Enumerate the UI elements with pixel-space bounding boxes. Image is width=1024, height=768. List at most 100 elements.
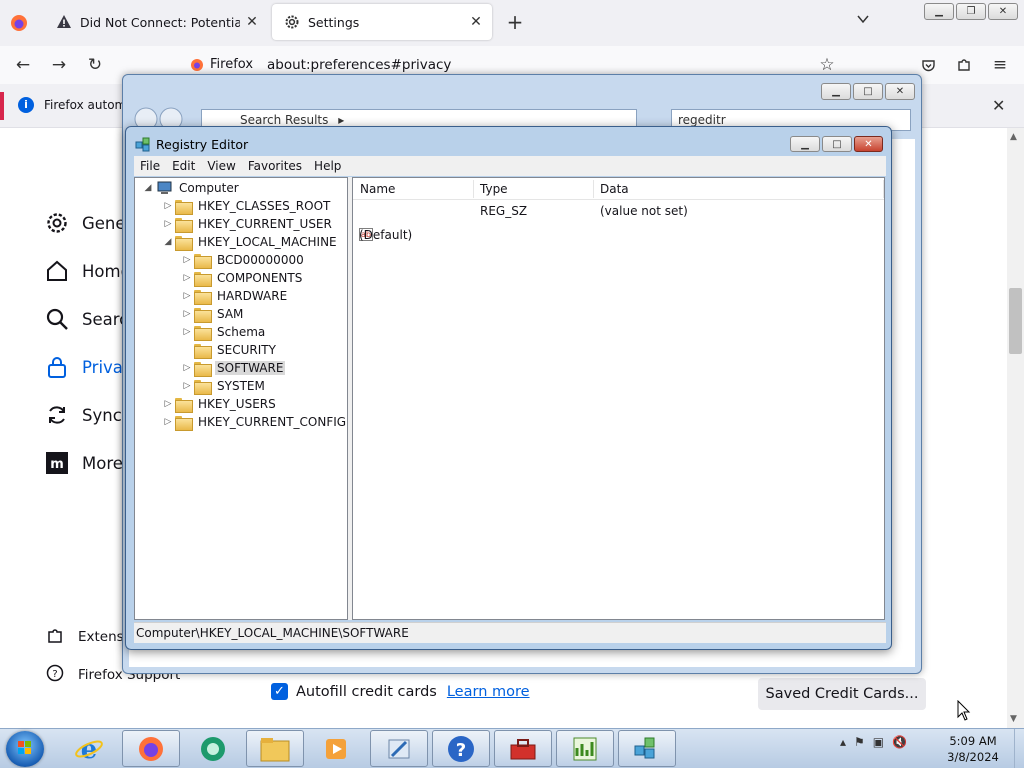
show-desktop-button[interactable]: [1014, 729, 1024, 768]
tree-node-system[interactable]: ▷ SYSTEM: [180, 377, 267, 395]
expand-arrow-icon[interactable]: ▷: [161, 399, 175, 409]
taskbar-file-explorer[interactable]: [246, 730, 304, 767]
column-data-header[interactable]: Data: [600, 182, 629, 196]
tree-node-label: SAM: [217, 307, 244, 321]
url-text[interactable]: about:preferences#privacy: [267, 57, 451, 73]
taskbar-media-center[interactable]: [184, 730, 242, 767]
tree-node-software[interactable]: ▷ SOFTWARE: [180, 359, 286, 377]
close-button[interactable]: ✕: [885, 83, 915, 100]
close-button[interactable]: ✕: [854, 136, 883, 152]
firefox-menu-icon[interactable]: [8, 12, 30, 34]
folder-icon: [194, 289, 212, 305]
folder-icon: [175, 415, 193, 431]
expand-arrow-icon[interactable]: ▷: [161, 201, 175, 211]
network-icon[interactable]: ▣: [873, 735, 884, 749]
firefox-icon: [191, 58, 203, 71]
tree-node-sam[interactable]: ▷ SAM: [180, 305, 245, 323]
taskbar-firefox[interactable]: [122, 730, 180, 767]
collapse-arrow-icon[interactable]: ◢: [141, 183, 155, 193]
column-type-header[interactable]: Type: [480, 182, 508, 196]
expand-arrow-icon[interactable]: ▷: [180, 363, 194, 373]
start-button[interactable]: [6, 731, 44, 767]
pocket-icon[interactable]: [915, 53, 941, 77]
tree-node-label: SYSTEM: [217, 379, 265, 393]
tree-node-security[interactable]: SECURITY: [180, 341, 278, 359]
menu-help[interactable]: Help: [308, 159, 347, 173]
sidebar-item-general[interactable]: Gener: [44, 210, 132, 236]
scroll-down-arrow[interactable]: ▼: [1010, 714, 1017, 724]
app-menu-icon[interactable]: ≡: [987, 53, 1013, 77]
chevron-down-icon[interactable]: [852, 12, 874, 34]
toolbox-icon: [510, 738, 536, 759]
close-tab-icon[interactable]: ✕: [464, 10, 488, 34]
taskbar-chart-editor[interactable]: [556, 730, 614, 767]
expand-arrow-icon[interactable]: ▷: [180, 273, 194, 283]
scrollbar-thumb[interactable]: [1009, 288, 1022, 354]
close-button[interactable]: ✕: [988, 3, 1018, 20]
taskbar-help[interactable]: ?: [432, 730, 490, 767]
collapse-arrow-icon[interactable]: ◢: [161, 237, 175, 247]
maximize-button[interactable]: □: [822, 136, 852, 152]
tree-node-bcd[interactable]: ▷ BCD00000000: [180, 251, 306, 269]
back-button[interactable]: ←: [10, 53, 36, 77]
sidebar-item-sync[interactable]: Sync: [44, 402, 122, 428]
menu-favorites[interactable]: Favorites: [242, 159, 308, 173]
tab-did-not-connect[interactable]: Did Not Connect: Potential Sec ✕: [44, 4, 268, 40]
expand-arrow-icon[interactable]: ▷: [161, 219, 175, 229]
tree-node-components[interactable]: ▷ COMPONENTS: [180, 269, 304, 287]
taskbar-media-player[interactable]: [308, 730, 366, 767]
menu-file[interactable]: File: [134, 159, 166, 173]
learn-more-link[interactable]: Learn more: [447, 684, 530, 700]
volume-muted-icon[interactable]: 🔇: [892, 735, 907, 749]
autofill-checkbox[interactable]: ✓: [271, 683, 288, 700]
taskbar-paint-tool[interactable]: [370, 730, 428, 767]
page-scrollbar[interactable]: ▲ ▼: [1007, 128, 1024, 728]
saved-credit-cards-button[interactable]: Saved Credit Cards...: [758, 678, 926, 710]
show-hidden-icons-icon[interactable]: ▴: [840, 735, 846, 749]
tree-node-computer[interactable]: ◢ Computer: [141, 179, 241, 197]
system-tray: ▴ ⚑ ▣ 🔇: [840, 735, 907, 749]
expand-arrow-icon[interactable]: ▷: [180, 309, 194, 319]
tree-node-hku[interactable]: ▷ HKEY_USERS: [161, 395, 278, 413]
taskbar-toolbox[interactable]: [494, 730, 552, 767]
folder-icon: [175, 217, 193, 233]
svg-text:m: m: [50, 457, 64, 472]
tree-node-hkcu[interactable]: ▷ HKEY_CURRENT_USER: [161, 215, 334, 233]
taskbar-internet-explorer[interactable]: e: [60, 730, 118, 767]
sidebar-item-privacy[interactable]: Privac: [44, 354, 132, 380]
menu-edit[interactable]: Edit: [166, 159, 201, 173]
expand-arrow-icon[interactable]: ▷: [180, 255, 194, 265]
expand-arrow-icon[interactable]: ▷: [180, 291, 194, 301]
identity-box[interactable]: Firefox: [190, 57, 253, 72]
new-tab-button[interactable]: +: [502, 10, 528, 36]
tab-settings[interactable]: Settings ✕: [272, 4, 492, 40]
column-name-header[interactable]: Name: [360, 182, 395, 196]
expand-arrow-icon[interactable]: ▷: [180, 327, 194, 337]
breadcrumb-arrow-icon[interactable]: ▸: [338, 113, 344, 127]
expand-arrow-icon[interactable]: ▷: [180, 381, 194, 391]
minimize-button[interactable]: ▁: [924, 3, 954, 20]
minimize-button[interactable]: ▁: [790, 136, 820, 152]
sidebar-item-more[interactable]: m More: [44, 450, 123, 476]
forward-button[interactable]: →: [46, 53, 72, 77]
tree-node-schema[interactable]: ▷ Schema: [180, 323, 267, 341]
close-tab-icon[interactable]: ✕: [240, 10, 264, 34]
expand-arrow-icon[interactable]: ▷: [161, 417, 175, 427]
folder-icon: [194, 361, 212, 377]
close-icon[interactable]: ✕: [992, 96, 1005, 115]
tree-node-hkcr[interactable]: ▷ HKEY_CLASSES_ROOT: [161, 197, 332, 215]
menu-view[interactable]: View: [201, 159, 241, 173]
restore-button[interactable]: ❐: [956, 3, 986, 20]
scroll-up-arrow[interactable]: ▲: [1010, 132, 1017, 142]
maximize-button[interactable]: □: [853, 83, 883, 100]
extensions-icon[interactable]: [951, 53, 977, 77]
tree-node-hkcc[interactable]: ▷ HKEY_CURRENT_CONFIG: [161, 413, 348, 431]
taskbar-clock[interactable]: 5:09 AM 3/8/2024: [936, 733, 1010, 765]
sidebar-item-home[interactable]: Home: [44, 258, 131, 284]
reload-button[interactable]: ↻: [82, 53, 108, 77]
action-center-flag-icon[interactable]: ⚑: [854, 735, 865, 749]
tree-node-hardware[interactable]: ▷ HARDWARE: [180, 287, 289, 305]
tree-node-hklm[interactable]: ◢ HKEY_LOCAL_MACHINE: [161, 233, 339, 251]
taskbar-regedit[interactable]: [618, 730, 676, 767]
minimize-button[interactable]: ▁: [821, 83, 851, 100]
